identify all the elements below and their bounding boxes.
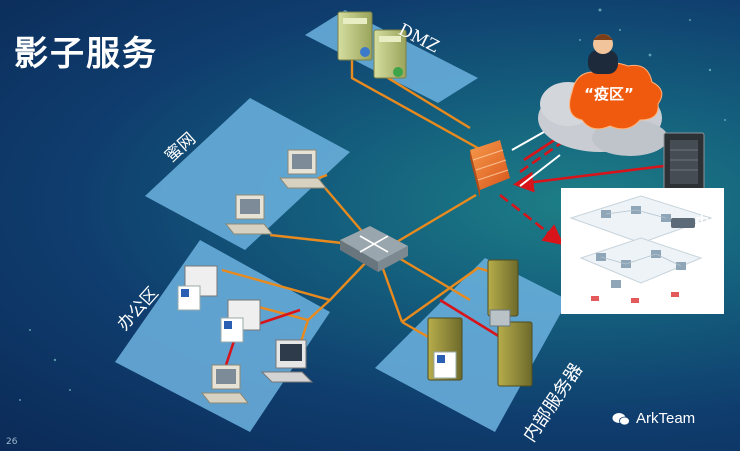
internal-server-1: [487, 259, 519, 317]
internal-server-2: [427, 317, 463, 381]
attacker-person: [588, 34, 618, 74]
situation-center-line2: 中心: [695, 215, 723, 231]
firewall: [470, 140, 510, 198]
infected-zone-label: “疫区”: [584, 85, 634, 103]
page-number: 26: [6, 437, 18, 447]
watermark: ArkTeam: [612, 410, 695, 427]
core-switch: [340, 226, 408, 272]
watermark-text: ArkTeam: [636, 410, 696, 427]
dmz-server-1: [337, 11, 373, 61]
slide-title: 影子服务: [14, 34, 158, 74]
wechat-icon: [612, 412, 630, 426]
internal-server-3: [497, 321, 533, 387]
situation-center-label: 势情 中心: [689, 196, 723, 232]
internal-switch: [489, 309, 511, 327]
situation-center-line1: 势情: [695, 197, 723, 213]
slide: In 影子服务 DMZ 蜜网 办公区 内部服务器 “疫区”: [0, 0, 740, 451]
